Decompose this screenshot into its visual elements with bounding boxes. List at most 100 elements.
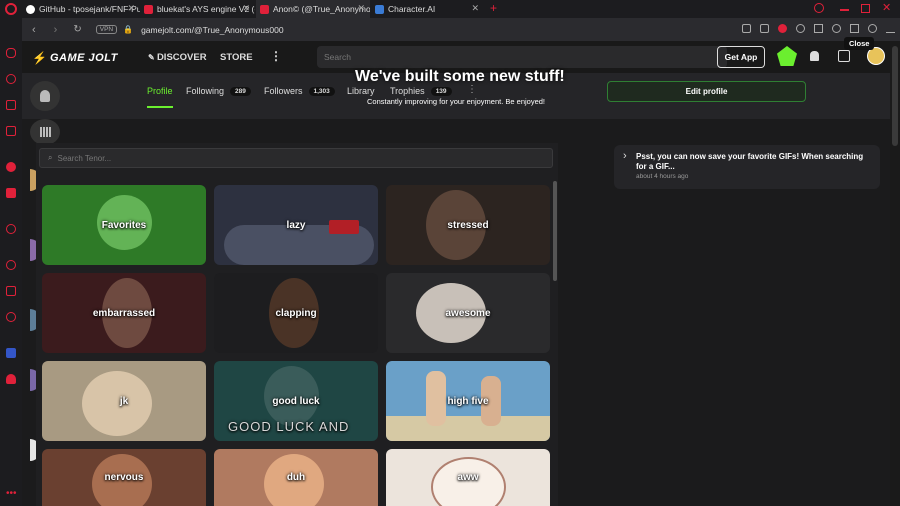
- home-icon[interactable]: [6, 100, 16, 110]
- heart-icon[interactable]: [832, 24, 841, 33]
- window-scrollbar[interactable]: [890, 41, 900, 506]
- following-count-badge: 289: [230, 86, 251, 96]
- nav-store[interactable]: STORE: [220, 52, 253, 63]
- snapshot-icon[interactable]: [742, 24, 751, 33]
- twitch-icon[interactable]: [6, 126, 16, 136]
- url-field[interactable]: gamejolt.com/@True_Anonymous000: [141, 25, 284, 35]
- close-tab-icon[interactable]: ✕: [357, 3, 365, 14]
- settings-icon[interactable]: [6, 312, 16, 322]
- gif-category-nervous[interactable]: nervous: [42, 449, 206, 506]
- reload-icon[interactable]: ↻: [73, 24, 81, 35]
- red-pillow-image: [329, 220, 359, 234]
- gif-label: jk: [119, 395, 129, 407]
- maximize-icon[interactable]: [861, 4, 870, 13]
- opera-sidebar: •••: [0, 18, 22, 506]
- nav-more-button[interactable]: ⋮: [270, 49, 282, 63]
- tab-trophies[interactable]: Trophies 139: [390, 86, 452, 96]
- gif-category-stressed[interactable]: stressed: [386, 185, 550, 265]
- adblock-icon[interactable]: [778, 24, 787, 33]
- gif-label: clapping: [275, 307, 317, 319]
- friends-icon[interactable]: [838, 50, 850, 62]
- gif-label: Favorites: [101, 219, 147, 231]
- edit-profile-label: Edit profile: [685, 87, 728, 96]
- player-icon[interactable]: [6, 224, 16, 234]
- chevron-right-icon: ›: [623, 150, 627, 162]
- twitter-icon[interactable]: [6, 162, 16, 172]
- gif-category-embarrassed[interactable]: embarrassed: [42, 273, 206, 353]
- get-app-button[interactable]: Get App: [717, 46, 765, 68]
- gif-category-awesome[interactable]: awesome: [386, 273, 550, 353]
- account-icon[interactable]: [868, 24, 877, 33]
- tab-label: Anon© (@True_Anonymous: [273, 4, 370, 14]
- trophies-count-badge: 139: [430, 86, 452, 96]
- tab-followers[interactable]: Followers 1,303: [264, 86, 335, 96]
- search-tabs-icon[interactable]: [814, 3, 824, 13]
- site-search-input[interactable]: Search: [317, 46, 727, 68]
- tab-anon[interactable]: Anon© (@True_Anonymous ✕: [256, 0, 370, 18]
- nav-discover[interactable]: ✎ DISCOVER: [148, 52, 207, 63]
- person-image: [82, 371, 152, 436]
- opera-logo-icon[interactable]: [5, 3, 17, 15]
- close-tab-icon[interactable]: ✕: [471, 3, 479, 14]
- history-icon[interactable]: [6, 260, 16, 270]
- tab-library[interactable]: Library: [347, 86, 375, 96]
- download-icon[interactable]: [886, 24, 895, 33]
- cube-icon[interactable]: [6, 286, 16, 296]
- tab-following[interactable]: Following 289: [186, 86, 251, 96]
- gif-label: awesome: [445, 307, 491, 319]
- pacman-icon[interactable]: [6, 374, 16, 384]
- gif-category-good-luck[interactable]: good luck GOOD LUCK AND: [214, 361, 378, 441]
- library-icon-button[interactable]: [30, 119, 60, 145]
- close-tab-icon[interactable]: ✕: [242, 3, 250, 14]
- quest-icon[interactable]: [777, 46, 797, 66]
- gif-category-aww[interactable]: aww: [386, 449, 550, 506]
- flag-icon[interactable]: [6, 348, 16, 358]
- gamepad-icon[interactable]: [6, 48, 16, 58]
- gif-category-clapping[interactable]: clapping: [214, 273, 378, 353]
- edit-profile-button[interactable]: Edit profile: [607, 81, 806, 102]
- gif-scrollbar[interactable]: [553, 181, 557, 281]
- back-icon[interactable]: ‹: [32, 24, 36, 36]
- gif-label: lazy: [286, 219, 306, 231]
- bell-icon[interactable]: [810, 51, 819, 61]
- github-icon: [26, 4, 35, 14]
- gif-label: embarrassed: [92, 307, 156, 319]
- send-icon[interactable]: [814, 24, 823, 33]
- instagram-icon[interactable]: [6, 188, 16, 198]
- gif-category-lazy[interactable]: lazy: [214, 185, 378, 265]
- gif-category-favorites[interactable]: Favorites: [42, 185, 206, 265]
- bolt-icon: ⚡: [32, 51, 47, 65]
- close-label: Close: [849, 39, 870, 48]
- speed-icon[interactable]: [6, 74, 16, 84]
- minimize-icon[interactable]: [840, 9, 849, 11]
- gamejolt-logo[interactable]: ⚡ GAME JOLT: [32, 51, 118, 65]
- gif-category-jk[interactable]: jk: [42, 361, 206, 441]
- gif-label: nervous: [104, 472, 144, 483]
- gif-overlay-text: GOOD LUCK AND: [228, 419, 350, 434]
- user-silhouette-icon: [40, 90, 50, 102]
- logo-text: GAME JOLT: [49, 52, 118, 64]
- vpn-badge[interactable]: VPN: [95, 25, 118, 34]
- extensions-icon[interactable]: [850, 24, 859, 33]
- scrollbar-thumb[interactable]: [892, 46, 898, 146]
- close-window-icon[interactable]: ✕: [882, 1, 891, 14]
- tab-label: bluekat's AYS engine V2 (-: [157, 4, 255, 14]
- shield-icon[interactable]: [796, 24, 805, 33]
- gif-category-high-five[interactable]: high five: [386, 361, 550, 441]
- new-tab-button[interactable]: +: [490, 1, 497, 15]
- profile-avatar-button[interactable]: [30, 81, 60, 111]
- forward-icon[interactable]: ›: [54, 24, 58, 36]
- camera-icon[interactable]: [760, 24, 769, 33]
- compass-icon: ✎: [148, 53, 157, 62]
- tab-github[interactable]: GitHub - tposejank/FNF-Pu ✕: [22, 0, 140, 18]
- notification-card[interactable]: › Psst, you can now save your favorite G…: [614, 145, 880, 189]
- tenor-search-input[interactable]: ⌕ Search Tenor...: [39, 148, 553, 168]
- more-icon[interactable]: •••: [6, 488, 17, 499]
- tab-label: Character.AI: [388, 4, 436, 14]
- tab-bluekat[interactable]: bluekat's AYS engine V2 (- ✕: [140, 0, 255, 18]
- tab-character-ai[interactable]: Character.AI ✕: [371, 0, 484, 18]
- profile-nav-bar: Profile Following 289 Followers 1,303 Li…: [22, 68, 890, 119]
- gif-category-duh[interactable]: duh: [214, 449, 378, 506]
- tab-profile[interactable]: Profile: [147, 86, 173, 108]
- close-tab-icon[interactable]: ✕: [127, 3, 135, 14]
